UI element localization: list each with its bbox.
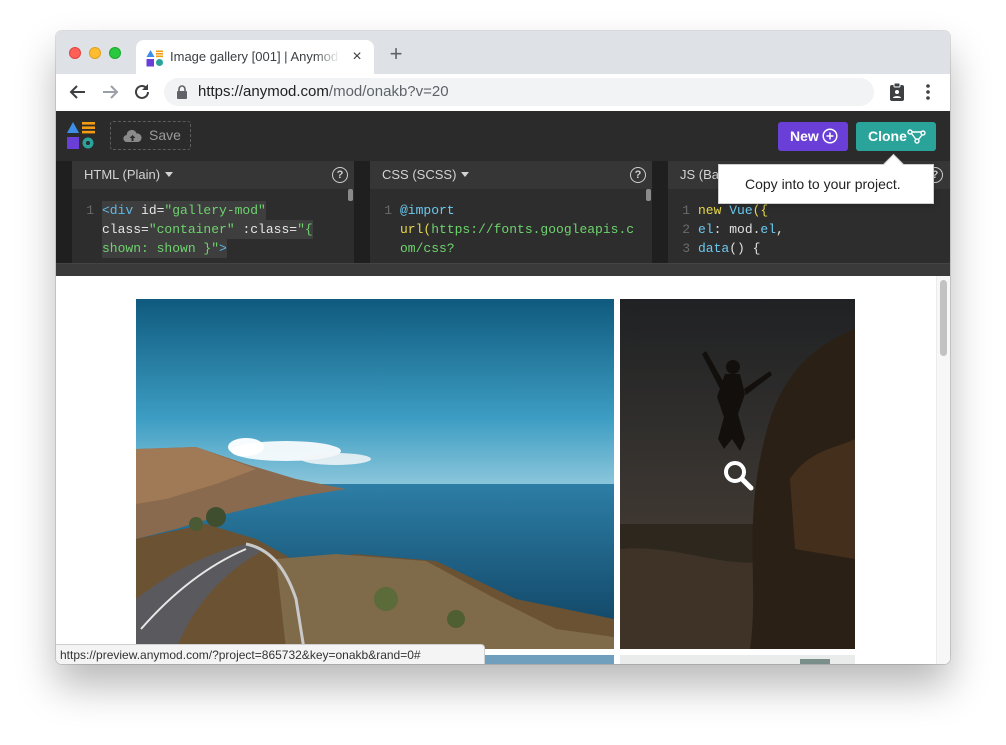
code-token: new (698, 203, 730, 218)
search-icon[interactable] (722, 459, 754, 491)
code-token: class= (102, 222, 149, 237)
tooltip-text: Copy into to your project. (745, 176, 901, 192)
address-bar[interactable]: https://anymod.com/mod/onakb?v=20 (164, 78, 874, 106)
caret-down-icon (165, 172, 174, 177)
fork-icon (907, 129, 926, 144)
line-number: 2 (682, 222, 690, 237)
panel-title: JS (Ba (680, 167, 720, 182)
extension-clipboard-icon[interactable] (887, 82, 907, 102)
panel-scrollbar[interactable] (348, 189, 353, 201)
preview-scrollbar[interactable] (936, 276, 950, 664)
code-token: > (219, 241, 227, 256)
code-token: el (698, 222, 714, 237)
lock-icon (177, 85, 187, 99)
editor-resize-handle[interactable] (56, 263, 950, 276)
code-token: "gallery-mod" (164, 203, 266, 218)
url-path: /mod/onakb?v=20 (328, 83, 449, 100)
panel-header: CSS (SCSS) ? (370, 161, 652, 189)
gallery-image-coastal-road[interactable] (136, 299, 614, 649)
html-mode-dropdown[interactable]: HTML (Plain) (84, 167, 174, 182)
new-button[interactable]: New (778, 122, 848, 151)
browser-window: Image gallery [001] | Anymod editor × + … (56, 31, 950, 664)
help-icon[interactable]: ? (630, 167, 646, 183)
code-line: @import (400, 201, 455, 220)
code-line: <div id="gallery-mod" (102, 201, 266, 220)
browser-tab[interactable]: Image gallery [001] | Anymod editor × (136, 40, 374, 74)
panel-title: HTML (Plain) (84, 167, 161, 182)
anymod-logo-icon[interactable] (66, 121, 96, 151)
code-token: https://fonts.googleapis.c (431, 222, 635, 237)
gallery-image-thumbnail[interactable] (620, 655, 855, 664)
new-tab-button[interactable]: + (385, 43, 407, 66)
browser-toolbar: https://anymod.com/mod/onakb?v=20 (56, 74, 950, 112)
clone-label: Clone (868, 128, 907, 144)
gallery-image-cliff-jump[interactable] (620, 299, 855, 649)
code-token: "{ (297, 222, 313, 237)
line-number: 1 (86, 203, 94, 218)
clone-button[interactable]: Clone (856, 122, 936, 151)
code-token: @import (400, 203, 455, 218)
code-token: Vue (729, 203, 753, 218)
line-number: 3 (682, 241, 690, 256)
forward-arrow-icon[interactable] (99, 81, 121, 103)
reload-icon[interactable] (131, 81, 153, 103)
code-token: url( (400, 222, 432, 237)
tab-title: Image gallery [001] | Anymod editor (170, 49, 340, 64)
line-number: 1 (384, 203, 392, 218)
minimize-window-button[interactable] (89, 47, 101, 59)
panel-title: CSS (SCSS) (382, 167, 457, 182)
panel-header: HTML (Plain) ? (72, 161, 354, 189)
code-line: om/css? (400, 239, 455, 258)
preview-pane (56, 276, 950, 664)
css-mode-dropdown[interactable]: CSS (SCSS) (382, 167, 470, 182)
code-line: class="container" :class="{ (102, 220, 313, 239)
code-token: ({ (752, 203, 769, 218)
tab-close-icon[interactable]: × (348, 48, 366, 66)
save-label: Save (149, 127, 181, 143)
html-panel[interactable]: HTML (Plain) ? 1 <div id="gallery-mod" cla… (72, 161, 354, 263)
code-line: shown: shown }"> (102, 239, 227, 258)
url-text: https://anymod.com/mod/onakb?v=20 (198, 83, 449, 100)
code-token: , (776, 222, 784, 237)
link-status-bar: https://preview.anymod.com/?project=8657… (56, 644, 485, 664)
code-token: :class= (234, 222, 298, 237)
url-host: https://anymod.com (198, 83, 329, 100)
code-line: data() { (698, 239, 760, 258)
code-token: <div (102, 203, 142, 218)
scrollbar-thumb[interactable] (940, 280, 947, 356)
code-token: data (698, 241, 730, 256)
status-url: https://preview.anymod.com/?project=8657… (60, 648, 421, 662)
code-line: url(https://fonts.googleapis.c (400, 220, 634, 239)
js-mode-dropdown[interactable]: JS (Ba (680, 167, 719, 182)
clone-tooltip: Copy into to your project. (718, 153, 934, 204)
code-token: shown: shown }" (102, 241, 220, 256)
zoom-window-button[interactable] (109, 47, 121, 59)
close-window-button[interactable] (69, 47, 81, 59)
code-token: id= (141, 203, 165, 218)
code-token: () { (729, 241, 761, 256)
code-token: el (760, 222, 777, 237)
code-token: "container" (148, 222, 235, 237)
panel-scrollbar[interactable] (646, 189, 651, 201)
plus-circle-icon (822, 128, 838, 144)
back-arrow-icon[interactable] (67, 81, 89, 103)
code-line: el: mod.el, (698, 220, 784, 239)
tab-strip: Image gallery [001] | Anymod editor × + (56, 31, 950, 74)
code-token: om/css? (400, 241, 455, 256)
more-menu-icon[interactable] (918, 82, 938, 102)
code-token: : mod. (713, 222, 761, 237)
new-label: New (790, 128, 819, 144)
editor-header: Save New Clone (56, 111, 950, 161)
save-button[interactable]: Save (110, 121, 191, 150)
anymod-favicon-icon (146, 50, 163, 67)
css-panel[interactable]: CSS (SCSS) ? 1 @import url(https://fonts.g… (370, 161, 652, 263)
caret-down-icon (461, 172, 470, 177)
line-number: 1 (682, 203, 690, 218)
help-icon[interactable]: ? (332, 167, 348, 183)
cloud-upload-icon (123, 129, 142, 143)
